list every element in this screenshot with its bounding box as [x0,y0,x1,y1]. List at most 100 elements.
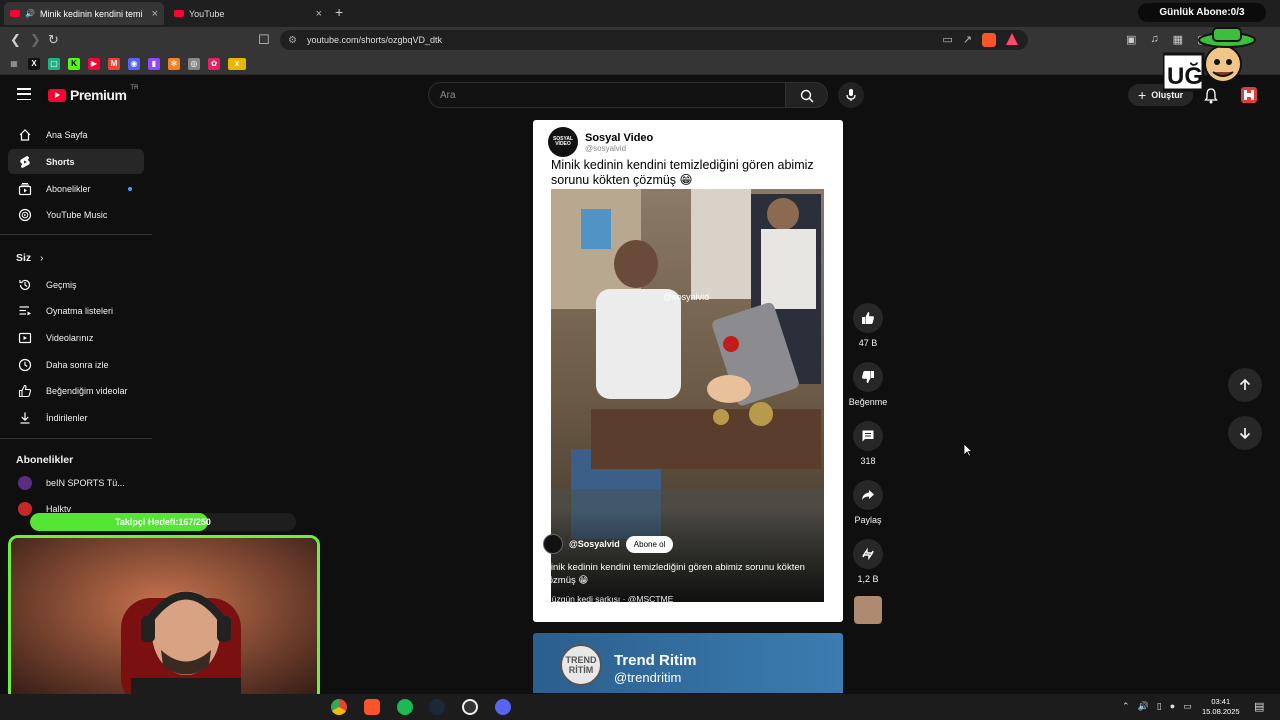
close-tab-icon[interactable]: × [152,8,158,20]
sidebar-icon[interactable]: ▣ [1126,33,1136,46]
remix-button[interactable]: 1,2 B [845,539,891,584]
overlay-channel-name[interactable]: @Sosyalvid [569,539,620,549]
cast-icon[interactable]: ▭ [942,33,952,47]
reload-icon[interactable]: ↻ [48,32,59,48]
channel-logo[interactable]: SOSYAL VİDEO [548,127,578,157]
short-player[interactable]: SOSYAL VİDEO Sosyal Video @sosyalvid Min… [533,120,843,622]
youtube-favicon-icon [174,10,184,17]
obs-taskbar-icon[interactable] [462,699,478,715]
webcam-feed [11,538,317,708]
folder-icon[interactable]: x [228,57,246,70]
back-icon[interactable]: ❮ [10,32,21,48]
next-short-button[interactable] [1228,416,1262,450]
bookmarks-bar: ▦ X ▢ K ▶ M ◉ ▮ ✻ ◎ ✿ x [0,53,1280,75]
sidebar-item-label: Halktv [46,503,72,514]
share-button[interactable]: Paylaş [845,480,891,525]
brave-shields-icon[interactable] [982,33,996,47]
brave-rewards-icon[interactable] [1006,33,1018,45]
spotify-taskbar-icon[interactable] [397,699,413,715]
chevron-up-icon[interactable]: ⌃ [1122,701,1130,712]
share-circle [853,480,883,510]
discord-taskbar-icon[interactable] [495,699,511,715]
sidebar-item-playlists[interactable]: Oynatma listeleri [8,298,144,323]
previous-short-button[interactable] [1228,368,1262,402]
sidebar-item-youtube-music[interactable]: YouTube Music [8,202,144,227]
post-caption: Minik kedinin kendini temizlediğini göre… [551,158,814,187]
sidebar-item-bein-sports[interactable]: beIN SPORTS Tü... [8,470,144,495]
remix-icon [862,547,874,561]
sidebar-item-subscriptions[interactable]: Abonelikler [8,176,144,201]
twitch-bookmark-icon[interactable]: ▮ [148,57,160,70]
os-taskbar: ⌃ 🔊 ▯ ● ▭ 03:41 15.08.2025 ▤ [0,694,1280,720]
bookmark-icon[interactable]: ▢ [48,57,60,70]
sidebar-item-downloads[interactable]: İndirilenler [8,405,144,430]
usb-icon[interactable]: ▯ [1157,701,1162,712]
bookmark-icon[interactable]: ◎ [188,57,200,70]
url-field[interactable]: ⚙ youtube.com/shorts/ozgbqVD_dtk ▭ ↗ [280,30,1028,50]
network-icon[interactable]: ▭ [1183,701,1192,712]
volume-icon[interactable]: 🔊 [1138,701,1149,712]
bookmark-icon[interactable]: ☐ [258,32,270,48]
steam-taskbar-icon[interactable] [429,699,445,715]
voice-search-button[interactable] [838,82,864,108]
tab-current[interactable]: 🔊 Minik kedinin kendini temizle × [4,2,164,25]
kick-bookmark-icon[interactable]: K [68,57,80,70]
divider [0,234,152,235]
sidebar-item-your-videos[interactable]: Videolarınız [8,325,144,350]
music-icon [18,208,32,221]
youtube-bookmark-icon[interactable]: ▶ [88,57,100,70]
taskbar-clock[interactable]: 03:41 15.08.2025 [1202,697,1240,717]
discord-bookmark-icon[interactable]: ◉ [128,57,140,70]
sidebar-item-label: İndirilenler [46,412,88,423]
sidebar-item-shorts[interactable]: Shorts [8,149,144,174]
chrome-taskbar-icon[interactable] [331,699,347,715]
youtube-logo-icon [48,88,66,102]
bookmark-icon[interactable]: ✿ [208,57,220,70]
liked-icon [18,384,32,397]
site-info-icon[interactable]: ⚙ [288,35,297,46]
close-tab-icon[interactable]: × [316,8,322,20]
gmail-bookmark-icon[interactable]: M [108,57,120,70]
video-watermark: @sosyalvid [663,292,710,302]
sidebar-item-watch-later[interactable]: Daha sonra izle [8,352,144,377]
next-short-preview[interactable]: TREND RİTİM Trend Ritim @trendritim [533,633,843,693]
apps-icon[interactable]: ▦ [8,58,20,70]
menu-icon[interactable] [17,88,31,100]
share-icon [862,490,874,500]
channel-header: SOSYAL VİDEO Sosyal Video @sosyalvid [548,127,653,157]
remix-count: 1,2 B [857,574,879,584]
channel-avatar[interactable] [543,534,563,554]
youtube-premium-logo[interactable]: Premium TR [48,85,138,103]
svg-text:UĞ: UĞ [1167,62,1203,90]
bookmark-icon[interactable]: ✻ [168,57,180,70]
notification-center-icon[interactable]: ▤ [1254,700,1264,713]
forward-icon[interactable]: ❯ [30,32,41,48]
share-icon[interactable]: ↗ [963,33,972,47]
channel-name[interactable]: Sosyal Video [585,132,653,144]
search-input[interactable]: Ara [428,82,786,108]
tab-youtube[interactable]: YouTube × [168,2,328,25]
home-icon [19,128,31,141]
sidebar-item-home[interactable]: Ana Sayfa [8,122,144,147]
sidebar-you-heading[interactable]: Siz › [16,252,43,264]
search-button[interactable] [786,82,828,108]
dislike-circle [853,362,883,392]
microphone-icon[interactable]: ● [1170,701,1175,712]
like-button[interactable]: 47 B [845,303,891,348]
url-text: youtube.com/shorts/ozgbqVD_dtk [306,35,443,45]
comments-button[interactable]: 318 [845,421,891,466]
sound-link[interactable]: ♫ üzgün kedi şarkısı · @MSCTME [543,594,673,604]
sound-thumbnail-image [854,596,882,624]
sound-thumbnail[interactable] [845,596,891,624]
overlay-title: Minik kedinin kendini temizlediğini göre… [543,562,805,586]
x-bookmark-icon[interactable]: X [28,57,40,70]
sidebar-item-history[interactable]: Geçmiş [8,272,144,297]
new-tab-button[interactable]: + [335,4,343,20]
dislike-button[interactable]: Beğenme [845,362,891,407]
tab-title: Minik kedinin kendini temizle [39,8,142,19]
brave-taskbar-icon[interactable] [364,699,380,715]
subscribe-button[interactable]: Abone ol [625,535,674,553]
history-icon [19,279,31,290]
media-icon[interactable]: ♫ [1150,33,1158,46]
sidebar-item-liked-videos[interactable]: Beğendiğim videolar [8,378,144,403]
